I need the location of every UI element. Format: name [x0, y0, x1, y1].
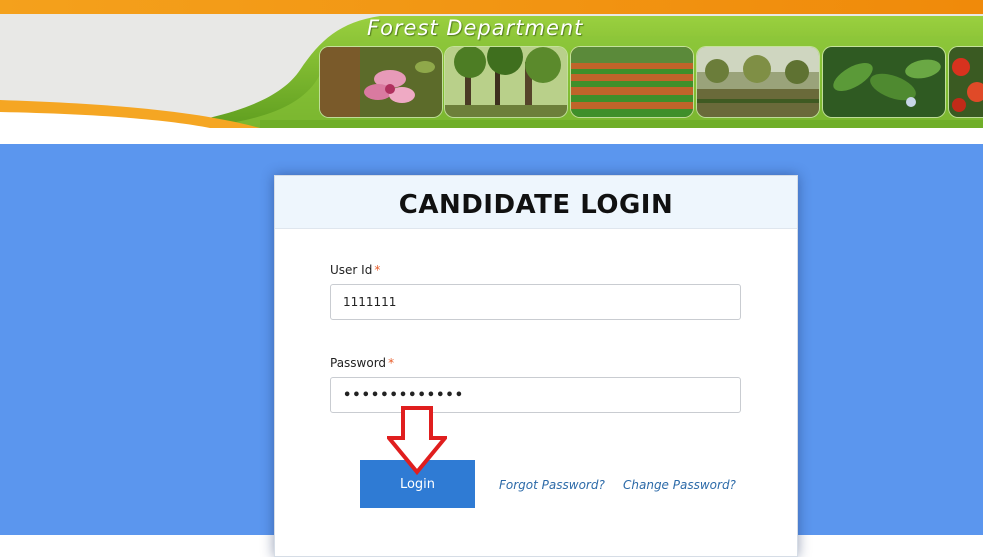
required-marker: * [388, 356, 395, 370]
banner-photo-nursery-field [571, 47, 693, 117]
user-id-input[interactable]: 1111111 [330, 284, 741, 320]
user-id-label-text: User Id [330, 263, 373, 277]
banner-photo-red-flowers [949, 47, 983, 117]
forgot-password-link[interactable]: Forgot Password? [499, 478, 605, 492]
banner-divider [0, 128, 983, 144]
password-label: Password * [330, 356, 394, 370]
password-value: ••••••••••••• [343, 388, 465, 403]
banner-photo-seedlings [697, 47, 819, 117]
user-id-label: User Id * [330, 263, 380, 277]
change-password-link[interactable]: Change Password? [623, 478, 736, 492]
required-marker: * [374, 263, 381, 277]
header-banner: Forest Department [0, 0, 983, 128]
password-label-text: Password [330, 356, 387, 370]
login-card: CANDIDATE LOGIN User Id * 1111111 Passwor… [274, 175, 798, 557]
banner-photo-leaves [823, 47, 945, 117]
login-card-header: CANDIDATE LOGIN [275, 176, 797, 229]
banner-title: Forest Department [367, 16, 584, 40]
down-arrow-icon [384, 406, 450, 480]
page-title: CANDIDATE LOGIN [398, 190, 674, 220]
banner-photo-trees [445, 47, 567, 117]
user-id-value: 1111111 [343, 295, 397, 309]
banner-photo-flower [320, 47, 442, 117]
